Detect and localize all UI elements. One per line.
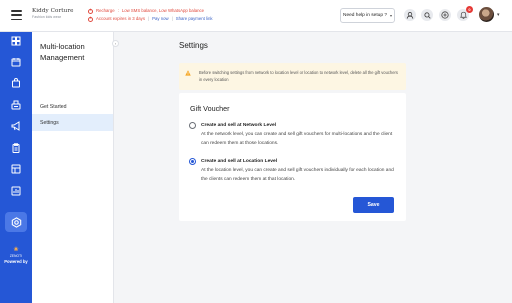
alert-recharge: ! Recharge : Low SMS balance, Low WhatsA…	[88, 7, 213, 15]
subnav-title: Multi-location Management	[40, 42, 85, 62]
dashboard-icon[interactable]	[9, 34, 23, 48]
subnav-item-label: Settings	[40, 119, 59, 126]
calendar-icon[interactable]	[9, 55, 23, 69]
subnav-item-label: Get Started	[40, 103, 67, 110]
network-level-label[interactable]: Create and sell at Network Level	[201, 123, 276, 128]
recharge-link[interactable]: Recharge	[96, 7, 115, 15]
help-setup-button[interactable]: Need help in setup ? ▾	[340, 8, 395, 23]
separator: |	[171, 16, 173, 21]
collapse-panel-icon[interactable]: ‹	[112, 40, 119, 47]
location-level-description: At the location level, you can create an…	[201, 168, 394, 182]
warning-icon	[185, 70, 191, 76]
menu-icon[interactable]	[11, 10, 22, 20]
brand-logo[interactable]: Kiddy Corture Fashion kids wear	[32, 8, 74, 19]
card-title: Gift Voucher	[190, 104, 230, 113]
share-payment-link[interactable]: Share payment link	[176, 15, 213, 23]
expiry-message: Account expires in 3 days	[96, 16, 145, 21]
search-icon[interactable]	[421, 9, 433, 21]
sidebar: ❀ ZENOTI Powered by	[0, 32, 32, 303]
pay-now-link[interactable]: Pay now	[152, 15, 168, 23]
warning-text: Before switching settings from network t…	[199, 70, 398, 82]
alerts: ! Recharge : Low SMS balance, Low WhatsA…	[88, 7, 213, 23]
chevron-down-icon[interactable]: ▾	[497, 12, 500, 18]
brand-tagline: Fashion kids wear	[32, 15, 61, 19]
notification-badge: 0	[466, 6, 473, 13]
warning-banner: Before switching settings from network t…	[179, 63, 406, 90]
megaphone-icon[interactable]	[9, 119, 23, 133]
avatar[interactable]	[479, 7, 494, 22]
help-setup-label: Need help in setup ?	[342, 13, 387, 18]
settings-icon[interactable]	[5, 212, 27, 232]
separator: |	[147, 16, 150, 21]
reports-icon[interactable]	[9, 184, 23, 198]
alert-icon: !	[88, 16, 93, 22]
network-level-radio[interactable]	[189, 122, 196, 129]
recharge-message: Low SMS balance, Low WhatsApp balance	[121, 8, 205, 13]
support-agent-icon[interactable]	[404, 9, 416, 21]
clipboard-icon[interactable]	[9, 141, 23, 155]
page-title: Settings	[179, 41, 208, 50]
powered-name: ZENOTI	[9, 254, 23, 258]
zenoti-logo-icon: ❀	[13, 247, 19, 253]
alert-expiry: ! Account expires in 3 days | Pay now | …	[88, 15, 213, 23]
alert-icon: !	[88, 8, 93, 14]
location-level-label[interactable]: Create and sell at Location Level	[201, 159, 277, 164]
subnav-item-settings[interactable]: Settings	[32, 114, 113, 131]
save-button[interactable]: Save	[353, 197, 394, 213]
bag-icon[interactable]	[9, 76, 23, 90]
cash-register-icon[interactable]	[9, 98, 23, 112]
sep-dash: :	[117, 8, 119, 13]
location-level-radio[interactable]	[189, 158, 196, 165]
brand-name: Kiddy Corture	[32, 8, 74, 14]
catalog-icon[interactable]	[9, 162, 23, 176]
top-bar: Kiddy Corture Fashion kids wear ! Rechar…	[0, 0, 512, 32]
subnav-panel: Multi-location Management Get Started Se…	[32, 32, 114, 303]
powered-by: ❀ ZENOTI Powered by	[0, 246, 32, 264]
chevron-down-icon: ▾	[390, 13, 393, 18]
network-level-description: At the network level, you can create and…	[201, 132, 393, 146]
add-icon[interactable]	[439, 9, 451, 21]
powered-by-label: Powered by	[4, 259, 28, 264]
subnav-item-get-started[interactable]: Get Started	[32, 98, 113, 115]
gift-voucher-card: Gift Voucher Create and sell at Network …	[179, 93, 406, 221]
